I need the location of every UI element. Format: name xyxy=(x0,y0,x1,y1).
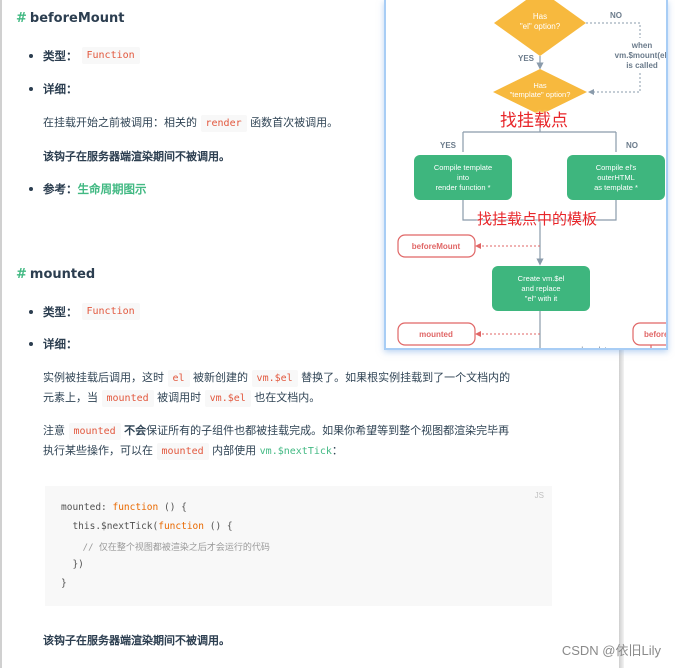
detail-label: 详细： xyxy=(43,337,78,351)
text: 内部使用 xyxy=(212,444,257,457)
section-title-mounted: # mounted xyxy=(16,267,95,282)
page-edge-shadow xyxy=(619,350,624,668)
code-token: () { xyxy=(204,521,233,532)
beforemount-ssr-note: 该钩子在服务器端渲染期间不被调用。 xyxy=(43,150,230,163)
hook-beforeupdate-label: before xyxy=(644,330,668,339)
emphasis-text: 不会 xyxy=(124,424,147,437)
code-mounted: mounted xyxy=(156,443,209,460)
code-line: mounted: function () { xyxy=(61,502,187,513)
process-compile-template-3: render function * xyxy=(435,183,490,192)
code-example: JS mounted: function () { this.$nextTick… xyxy=(45,486,552,606)
text: 元素上，当 xyxy=(43,391,98,404)
process-compile-template-2: into xyxy=(457,173,469,182)
lifecycle-diagram-link[interactable]: 生命周期图示 xyxy=(78,181,147,197)
anchor-hash-link[interactable]: # xyxy=(16,267,27,282)
text: 函数首次被调用。 xyxy=(250,116,339,129)
code-line: } xyxy=(61,578,67,589)
label-when-data: when data xyxy=(575,345,611,350)
code-line: }) xyxy=(61,559,84,570)
bullet-reference: 参考： 生命周期图示 xyxy=(29,181,147,197)
code-mounted: mounted xyxy=(68,423,121,440)
text: 被调用时 xyxy=(157,391,202,404)
mounted-note: 注意 mounted 不会保证所有的子组件也都被挂载完成。如果你希望等到整个视图… xyxy=(43,421,563,461)
bullet-dot xyxy=(29,309,33,314)
bullet-dot xyxy=(29,187,33,191)
process-compile-template-1: Compile template xyxy=(434,163,492,172)
csdn-watermark: CSDN @依旧Lily xyxy=(561,643,661,658)
process-create-el-1: Create vm.$el xyxy=(518,274,565,283)
label-when-mount-3: is called xyxy=(626,61,658,70)
text: 注意 xyxy=(43,424,65,437)
mounted-ssr-note: 该钩子在服务器端渲染期间不被调用。 xyxy=(43,634,230,647)
bullet-dot xyxy=(29,342,33,346)
section-title-text: beforeMount xyxy=(29,11,125,26)
decision-has-template-line1: Has xyxy=(533,81,547,90)
label-yes-branch: YES xyxy=(440,141,457,150)
type-value: Function xyxy=(81,47,140,64)
label-yes: YES xyxy=(518,54,535,63)
decision-has-el-line2: "el" option? xyxy=(520,22,561,31)
bullet-detail: 详细： xyxy=(29,336,78,352)
process-compile-el-2: outerHTML xyxy=(597,173,635,182)
type-value: Function xyxy=(81,303,140,320)
mounted-description: 实例被挂载后调用，这时 el 被新创建的 vm.$el 替换了。如果根实例挂载到… xyxy=(43,368,563,408)
process-create-el-3: "el" with it xyxy=(525,294,558,303)
code-el: el xyxy=(167,370,190,387)
nexttick-link[interactable]: vm.$nextTick xyxy=(260,446,332,457)
code-keyword: function xyxy=(158,521,204,532)
type-label: 类型： xyxy=(43,48,78,63)
code-language-label: JS xyxy=(534,491,544,500)
hook-beforemount-label: beforeMount xyxy=(412,242,461,251)
code-keyword: function xyxy=(112,502,159,513)
label-when-mount-1: when xyxy=(631,41,653,50)
code-vm-el: vm.$el xyxy=(204,390,251,407)
bullet-dot xyxy=(29,87,33,91)
lifecycle-diagram-svg: Has "el" option? NO when vm.$mount(el) i… xyxy=(397,0,668,350)
bullet-detail: 详细： xyxy=(29,81,78,97)
label-when-mount-2: vm.$mount(el) xyxy=(615,51,668,60)
text: 替换了。如果根实例挂载到了一个文档内的 xyxy=(301,371,511,384)
text: 在挂载开始之前被调用：相关的 xyxy=(43,116,197,129)
code-token: this.$nextTick( xyxy=(61,521,159,532)
text: 也在文档内。 xyxy=(254,391,321,404)
label-no-branch: NO xyxy=(626,141,638,150)
text: 实例被挂载后调用，这时 xyxy=(43,371,164,384)
code-token: () { xyxy=(158,502,187,513)
hook-mounted-label: mounted xyxy=(419,330,453,339)
section-title-beforemount: # beforeMount xyxy=(16,11,124,26)
process-create-el-2: and replace xyxy=(521,284,560,293)
bullet-type: 类型： Function xyxy=(29,303,140,320)
lifecycle-diagram: Has "el" option? NO when vm.$mount(el) i… xyxy=(384,0,668,350)
beforemount-description: 在挂载开始之前被调用：相关的 render 函数首次被调用。 xyxy=(43,113,338,133)
section-title-text: mounted xyxy=(29,267,96,282)
text: 被新创建的 xyxy=(193,371,249,384)
process-compile-el-3: as template * xyxy=(594,183,638,192)
label-no: NO xyxy=(610,11,622,20)
process-compile-el-1: Compile el's xyxy=(596,163,637,172)
annotation-find-mount-point: 找挂载点 xyxy=(500,111,568,131)
text: ： xyxy=(331,444,343,457)
bullet-dot xyxy=(29,53,33,58)
code-render: render xyxy=(200,115,247,132)
text: 执行某些操作，可以在 xyxy=(43,444,153,457)
code-vm-el: vm.$el xyxy=(251,370,298,387)
code-mounted: mounted xyxy=(101,390,154,407)
annotation-find-template: 找挂载点中的模板 xyxy=(477,210,598,228)
bullet-type: 类型： Function xyxy=(29,47,140,64)
anchor-hash-link[interactable]: # xyxy=(16,11,27,26)
decision-has-el-line1: Has xyxy=(533,12,547,21)
reference-label: 参考： xyxy=(43,182,78,196)
type-label: 类型： xyxy=(43,304,78,319)
detail-label: 详细： xyxy=(43,82,78,96)
decision-has-template-line2: "template" option? xyxy=(510,90,571,99)
code-token: mounted: xyxy=(61,502,113,513)
code-line: this.$nextTick(function () { xyxy=(61,521,233,532)
code-comment: // 仅在整个视图都被渲染之后才会运行的代码 xyxy=(61,543,270,553)
text: 保证所有的子组件也都被挂载完成。如果你希望等到整个视图都渲染完毕再 xyxy=(146,424,510,437)
